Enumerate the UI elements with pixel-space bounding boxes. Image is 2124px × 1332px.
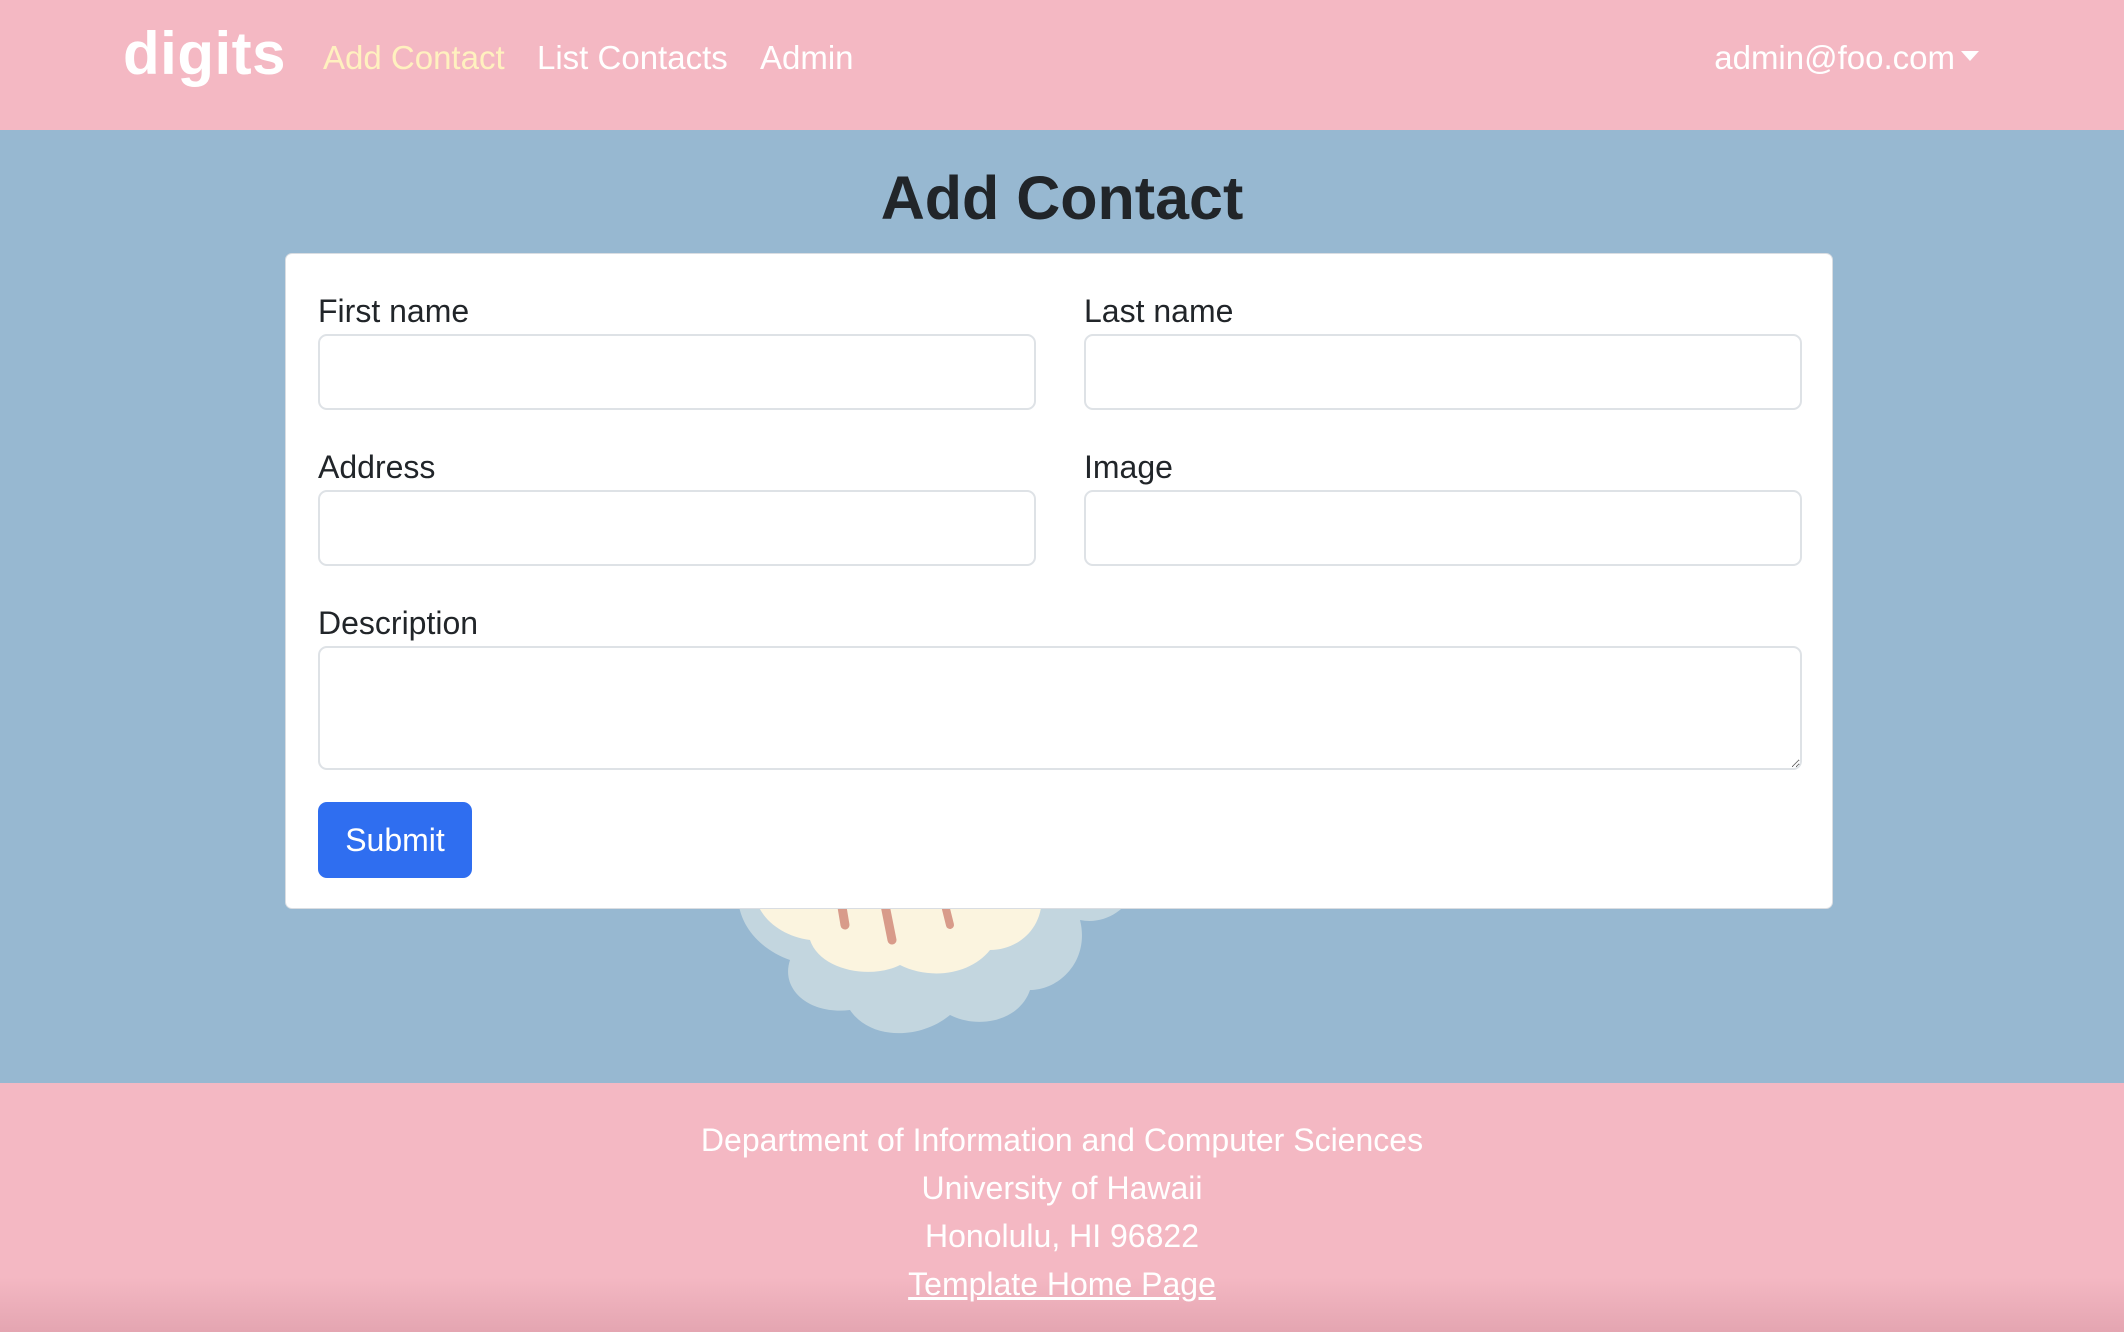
description-field[interactable] bbox=[318, 646, 1802, 770]
nav-link-list-contacts[interactable]: List Contacts bbox=[537, 36, 728, 80]
user-email: admin@foo.com bbox=[1714, 39, 1955, 76]
user-dropdown[interactable]: admin@foo.com bbox=[1714, 36, 1979, 80]
submit-button[interactable]: Submit bbox=[318, 802, 472, 878]
image-label: Image bbox=[1084, 449, 1173, 485]
add-contact-form: First name Last name Address Image Descr… bbox=[285, 253, 1833, 909]
caret-down-icon bbox=[1961, 51, 1979, 62]
navbar: digits Add Contact List Contacts Admin a… bbox=[0, 0, 2124, 130]
nav-link-admin[interactable]: Admin bbox=[760, 36, 854, 80]
footer-department: Department of Information and Computer S… bbox=[700, 1122, 1424, 1158]
last-name-label: Last name bbox=[1084, 293, 1234, 329]
footer-university: University of Hawaii bbox=[921, 1170, 1203, 1206]
image-field[interactable] bbox=[1084, 490, 1802, 566]
last-name-field[interactable] bbox=[1084, 334, 1802, 410]
template-home-link[interactable]: Template Home Page bbox=[908, 1266, 1216, 1302]
footer-address: Honolulu, HI 96822 bbox=[925, 1218, 1199, 1254]
address-field[interactable] bbox=[318, 490, 1036, 566]
footer: Department of Information and Computer S… bbox=[0, 1083, 2124, 1332]
first-name-field[interactable] bbox=[318, 334, 1036, 410]
description-label: Description bbox=[318, 605, 479, 641]
first-name-label: First name bbox=[318, 293, 470, 329]
address-label: Address bbox=[318, 449, 436, 485]
page-title: Add Contact bbox=[880, 164, 1244, 232]
nav-link-add-contact[interactable]: Add Contact bbox=[323, 36, 505, 80]
brand-logo[interactable]: digits bbox=[123, 14, 286, 94]
